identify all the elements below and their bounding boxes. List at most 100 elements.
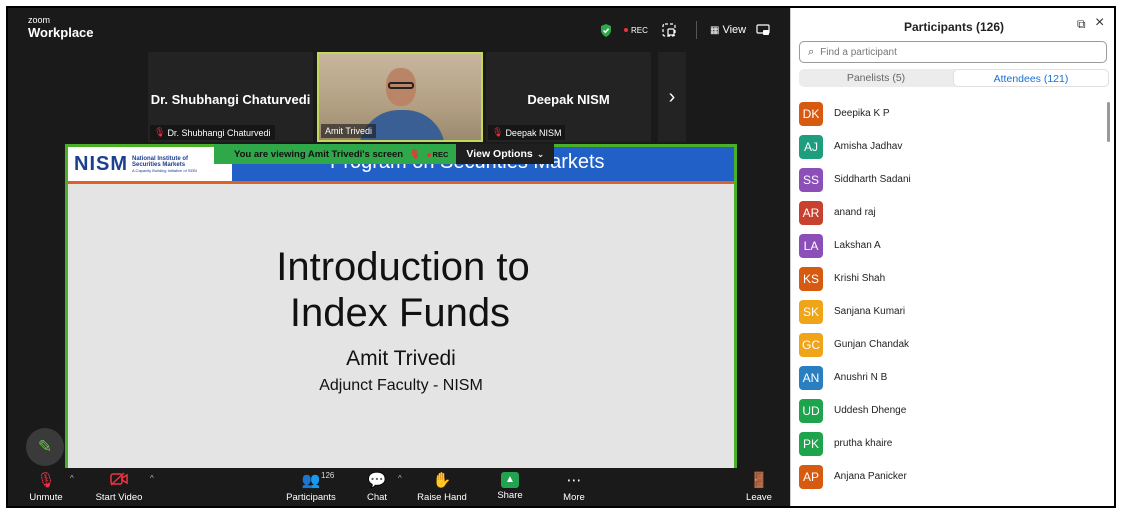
unmute-button[interactable]: 🎙 Unmute ^ xyxy=(26,472,73,503)
nism-logo-line2: Securities Markets xyxy=(132,161,186,168)
zoom-workplace-logo: zoom Workplace xyxy=(28,15,94,40)
raise-hand-button[interactable]: ✋ Raise Hand xyxy=(416,472,468,503)
attendee-name: Sanjana Kumari xyxy=(834,306,906,317)
grid-view-icon: ▦ xyxy=(710,24,720,36)
avatar: AP xyxy=(799,464,823,489)
avatar: KS xyxy=(799,266,823,291)
leave-button[interactable]: 🚪 Leave xyxy=(740,472,778,503)
list-item[interactable]: SS Siddharth Sadani xyxy=(799,163,1099,196)
close-icon[interactable]: × xyxy=(1095,14,1104,32)
mic-icon: 🎙 xyxy=(409,148,421,159)
start-video-button[interactable]: Start Video ^ xyxy=(94,472,154,503)
scrollbar[interactable] xyxy=(1107,102,1110,142)
more-ellipsis-icon: ⋯ xyxy=(566,472,582,489)
tab-panelists[interactable]: Panelists (5) xyxy=(799,69,953,87)
tile-name-tag: 🎙 Deepak NISM xyxy=(488,125,566,140)
panel-title: Participants (126) xyxy=(903,20,1005,34)
tile-tag-label: Dr. Shubhangi Chaturvedi xyxy=(167,127,271,138)
leave-label: Leave xyxy=(746,492,772,503)
avatar: AN xyxy=(799,365,823,390)
meeting-area: zoom Workplace REC ▦ View Dr. Shubhangi … xyxy=(8,8,790,506)
avatar: AR xyxy=(799,200,823,225)
leave-door-icon: 🚪 xyxy=(749,472,769,489)
nism-logo-line1: National Institute of xyxy=(132,155,188,162)
share-rec-indicator: REC xyxy=(426,149,449,159)
share-rec-label: REC xyxy=(432,149,449,159)
chat-button[interactable]: 💬 Chat ^ xyxy=(362,472,402,503)
start-video-label: Start Video xyxy=(95,492,143,503)
recording-indicator[interactable]: REC xyxy=(624,22,648,38)
participant-search[interactable]: ⌕ xyxy=(799,41,1107,63)
participants-button[interactable]: 👥 126 Participants xyxy=(283,471,339,503)
slide-header-stripe xyxy=(68,181,734,184)
list-item[interactable]: UD Uddesh Dhenge xyxy=(799,394,1099,427)
speaker-glasses xyxy=(388,82,414,89)
tile-name-tag: 🎙 Dr. Shubhangi Chaturvedi xyxy=(150,125,275,140)
avatar: LA xyxy=(799,233,823,258)
more-button[interactable]: ⋯ More xyxy=(558,472,590,503)
attendee-name: Uddesh Dhenge xyxy=(834,405,907,416)
attendee-name: Siddharth Sadani xyxy=(834,174,911,185)
list-item[interactable]: SK Sanjana Kumari xyxy=(799,295,1099,328)
video-tile-deepak[interactable]: Deepak NISM 🎙 Deepak NISM xyxy=(486,52,651,142)
muted-mic-icon: 🎙 xyxy=(492,127,504,137)
list-item[interactable]: AJ Amisha Jadhav xyxy=(799,130,1099,163)
view-options-button[interactable]: View Options ⌄ xyxy=(456,144,555,164)
attendee-name: Anushri N B xyxy=(834,372,888,383)
list-item[interactable]: PK prutha khaire xyxy=(799,427,1099,460)
viewing-indicator: You are viewing Amit Trivedi's screen 🎙 … xyxy=(214,144,457,164)
attendee-name: Amisha Jadhav xyxy=(834,141,903,152)
muted-mic-icon: 🎙 xyxy=(36,472,56,489)
share-button[interactable]: ▲ Share xyxy=(494,472,526,501)
list-item[interactable]: DK Deepika K P xyxy=(799,97,1099,130)
encryption-shield-icon[interactable] xyxy=(600,22,612,38)
participants-count: 126 xyxy=(321,471,335,480)
chat-label: Chat xyxy=(366,492,388,503)
shared-screen: NISM National Institute of Securities Ma… xyxy=(65,144,737,476)
list-item[interactable]: AR anand raj xyxy=(799,196,1099,229)
avatar: UD xyxy=(799,398,823,423)
list-item[interactable]: AP Anjana Panicker xyxy=(799,460,1099,493)
list-item[interactable]: KS Krishi Shah xyxy=(799,262,1099,295)
zoom-window: zoom Workplace REC ▦ View Dr. Shubhangi … xyxy=(6,6,1116,508)
video-tile-amit[interactable]: Amit Trivedi xyxy=(317,52,483,142)
list-item[interactable]: GC Gunjan Chandak xyxy=(799,328,1099,361)
recording-dot-icon xyxy=(624,28,628,32)
recording-label: REC xyxy=(631,25,648,35)
hand-icon: ✋ xyxy=(432,472,452,489)
video-off-icon xyxy=(94,472,144,490)
share-label: Share xyxy=(497,490,523,501)
audio-caret-icon[interactable]: ^ xyxy=(70,474,74,483)
video-caret-icon[interactable]: ^ xyxy=(150,474,154,483)
share-arrow-icon: ▲ xyxy=(501,472,519,488)
unmute-label: Unmute xyxy=(29,492,63,503)
brand-bottom: Workplace xyxy=(28,25,94,40)
attendee-name: Gunjan Chandak xyxy=(834,339,910,350)
attendee-name: Krishi Shah xyxy=(834,273,886,284)
list-item[interactable]: AN Anushri N B xyxy=(799,361,1099,394)
slide-presenter: Amit Trivedi xyxy=(346,347,456,370)
participants-panel: Participants (126) ⧉ × ⌕ Panelists (5) A… xyxy=(790,8,1114,506)
search-icon: ⌕ xyxy=(808,45,815,58)
recording-dot-icon xyxy=(426,152,431,157)
tile-display-name: Deepak NISM xyxy=(527,92,610,107)
nism-logo-tagline: A Capacity Building Initiative of SEBI xyxy=(132,167,197,173)
pip-icon[interactable] xyxy=(662,22,676,38)
attendee-list: DK Deepika K P AJ Amisha Jadhav SS Siddharth … xyxy=(799,97,1099,493)
fullscreen-icon[interactable] xyxy=(756,22,770,38)
tab-attendees[interactable]: Attendees (121) xyxy=(953,69,1109,87)
view-button[interactable]: ▦ View xyxy=(710,22,746,38)
video-tile-shubhangi[interactable]: Dr. Shubhangi Chaturvedi 🎙 Dr. Shubhangi… xyxy=(148,52,313,142)
list-item[interactable]: LA Lakshan A xyxy=(799,229,1099,262)
annotate-pencil-icon[interactable]: ✎ xyxy=(26,428,64,466)
attendee-name: anand raj xyxy=(834,207,876,218)
more-label: More xyxy=(563,492,585,503)
meeting-toolbar: 🎙 Unmute ^ Start Video ^ 👥 126 Participa… xyxy=(8,468,790,506)
avatar: AJ xyxy=(799,134,823,159)
slide-title-line2: Index Funds xyxy=(289,291,511,335)
chat-caret-icon[interactable]: ^ xyxy=(398,474,402,483)
search-input[interactable] xyxy=(820,46,1081,58)
brand-top: zoom xyxy=(28,15,51,25)
popout-icon[interactable]: ⧉ xyxy=(1077,17,1086,32)
next-page-chevron-icon[interactable]: › xyxy=(658,52,686,142)
